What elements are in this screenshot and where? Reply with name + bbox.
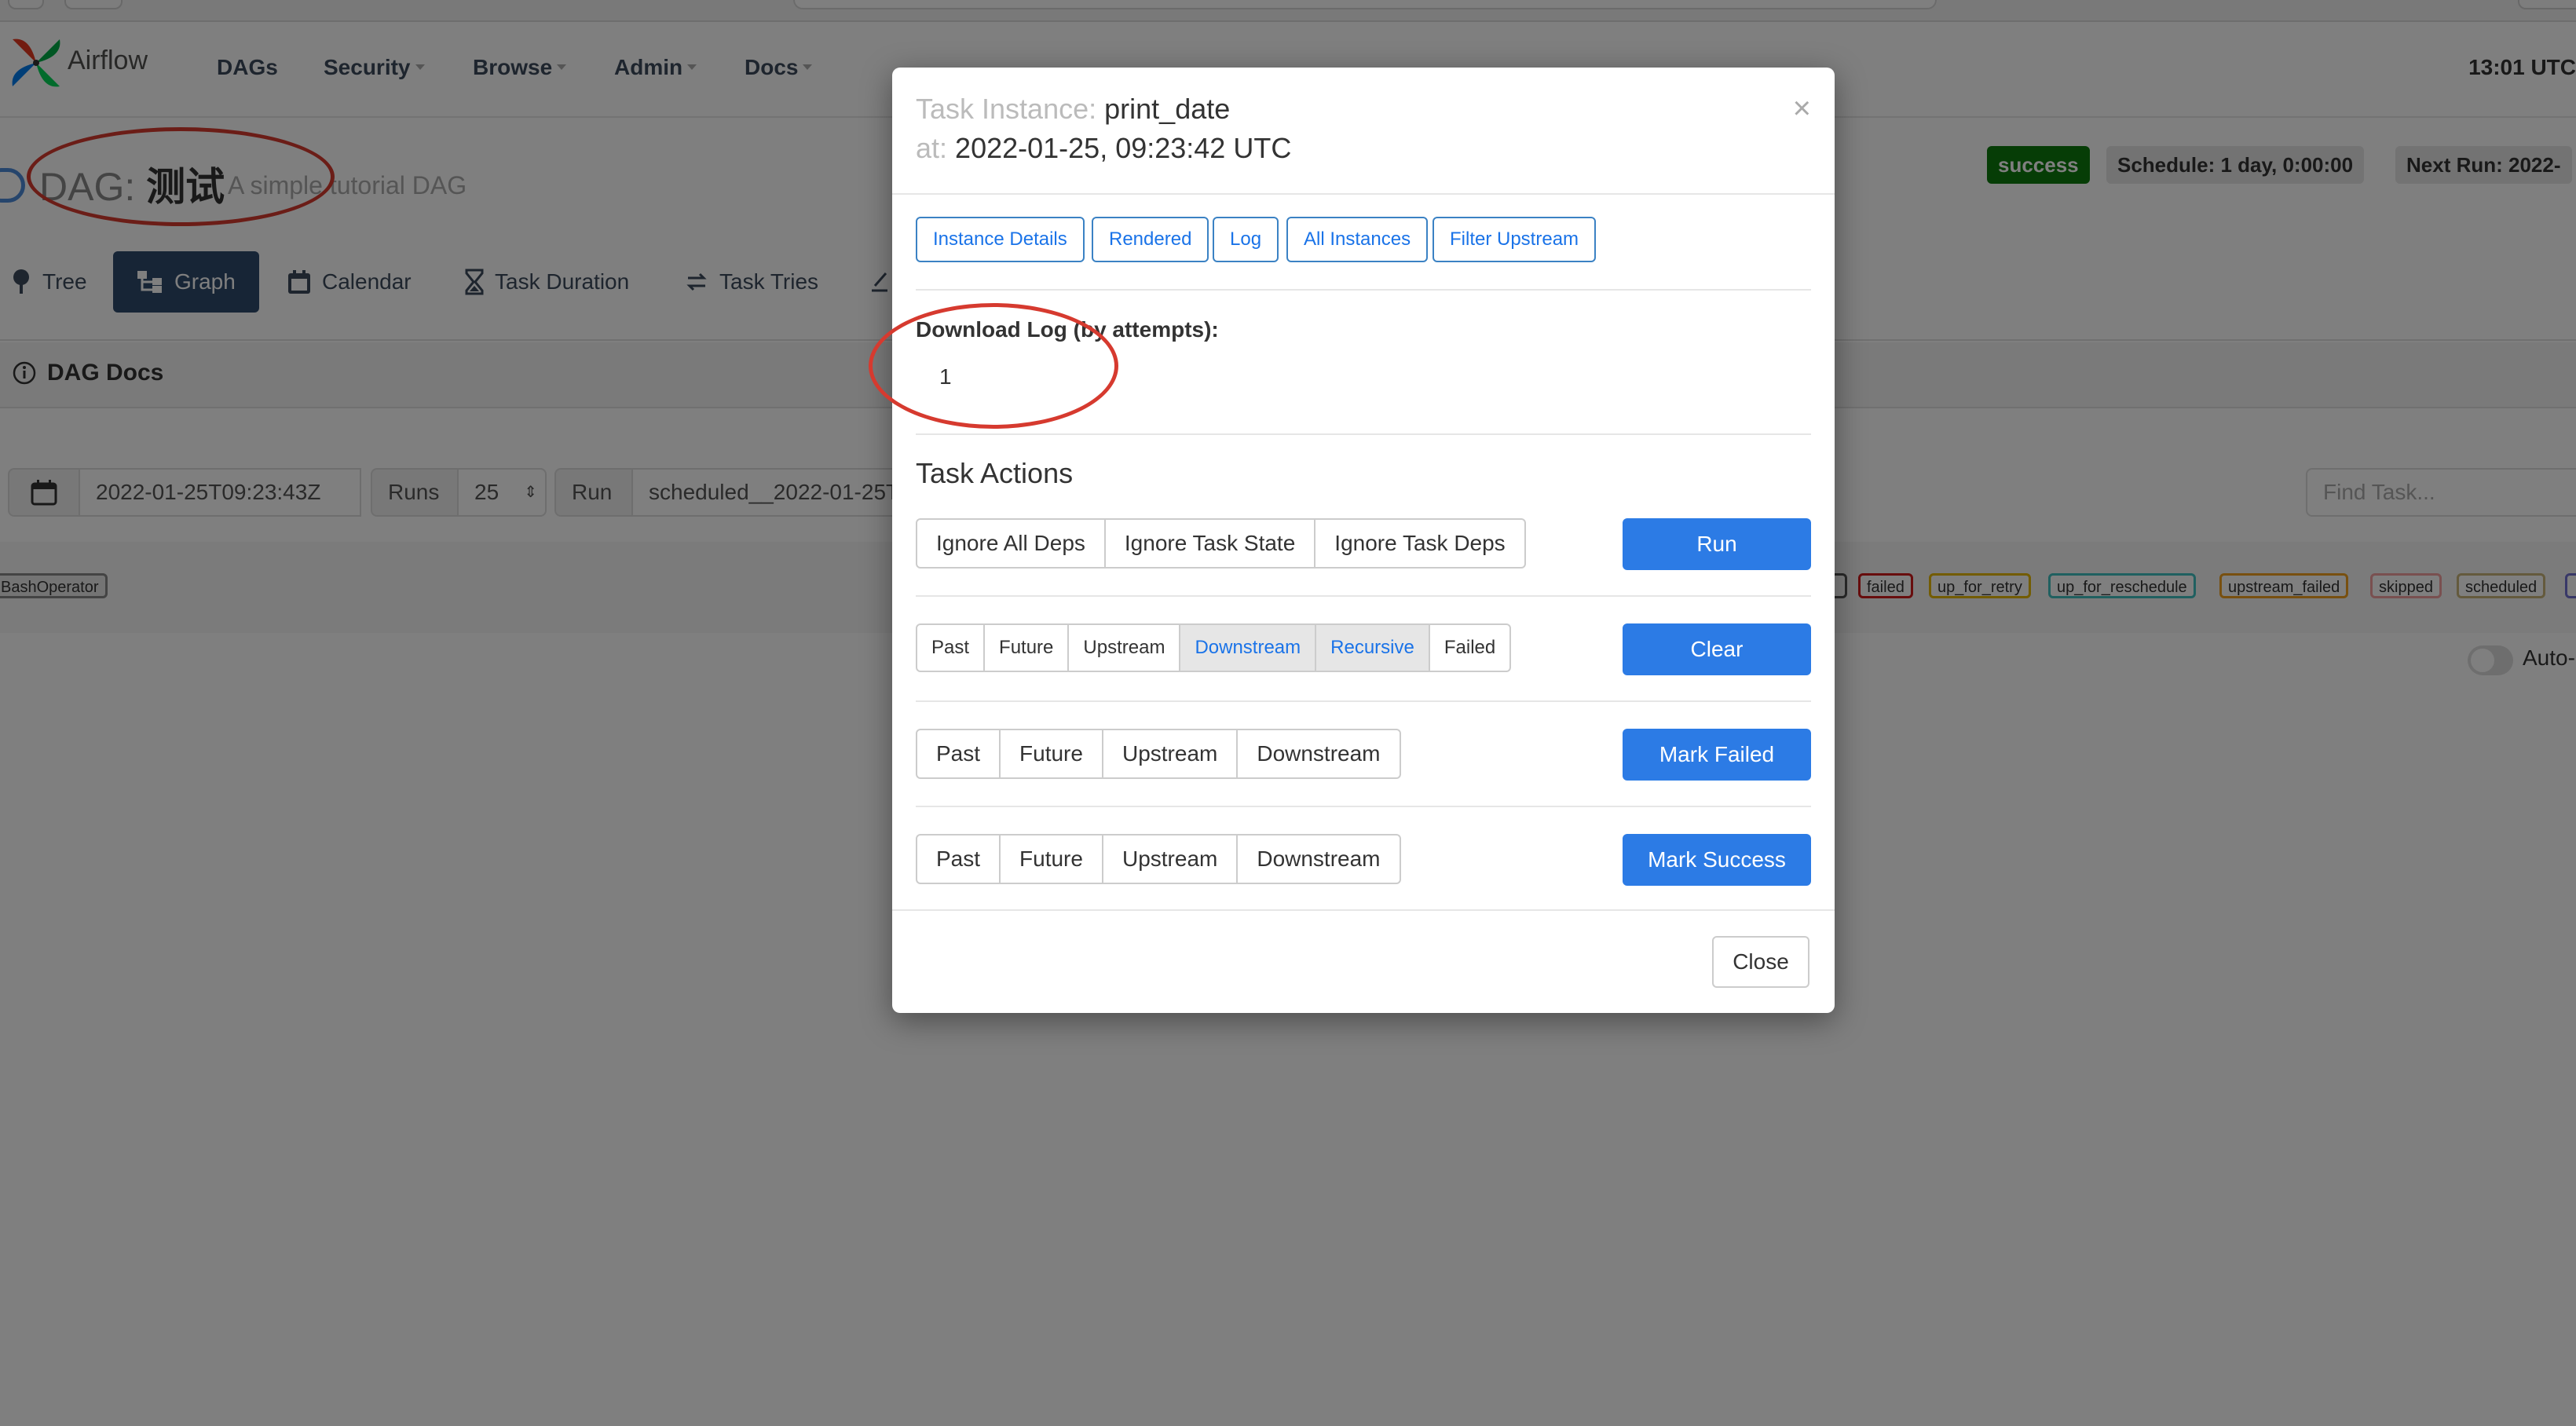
mark-success-button[interactable]: Mark Success — [1623, 834, 1811, 886]
clear-options-group: Past Future Upstream Downstream Recursiv… — [916, 623, 1512, 672]
mark-success-past-button[interactable]: Past — [917, 835, 1001, 883]
divider — [916, 433, 1811, 435]
ignore-task-deps-button[interactable]: Ignore Task Deps — [1315, 520, 1524, 567]
mark-success-upstream-button[interactable]: Upstream — [1103, 835, 1239, 883]
task-instance-modal: Task Instance: print_date at: 2022-01-25… — [869, 68, 1835, 1013]
run-button[interactable]: Run — [1623, 518, 1811, 570]
clear-downstream-button[interactable]: Downstream — [1180, 625, 1317, 671]
execution-date: 2022-01-25, 09:23:42 UTC — [955, 132, 1292, 164]
task-instance-label: Task Instance: — [916, 93, 1097, 125]
annotation-ellipse — [869, 303, 1118, 429]
divider — [892, 193, 1835, 195]
mark-success-future-button[interactable]: Future — [1001, 835, 1103, 883]
run-options-group: Ignore All Deps Ignore Task State Ignore… — [916, 518, 1526, 569]
divider — [916, 289, 1811, 291]
clear-failed-button[interactable]: Failed — [1430, 625, 1509, 671]
clear-recursive-button[interactable]: Recursive — [1316, 625, 1430, 671]
filter-upstream-button[interactable]: Filter Upstream — [1433, 217, 1597, 262]
divider — [892, 909, 1835, 911]
divider — [916, 700, 1811, 702]
clear-upstream-button[interactable]: Upstream — [1069, 625, 1181, 671]
log-button[interactable]: Log — [1213, 217, 1279, 262]
mark-failed-options-group: Past Future Upstream Downstream — [916, 729, 1401, 779]
ignore-task-state-button[interactable]: Ignore Task State — [1106, 520, 1316, 567]
close-button[interactable]: Close — [1712, 936, 1809, 988]
task-actions-title: Task Actions — [916, 457, 1074, 489]
mark-failed-upstream-button[interactable]: Upstream — [1103, 730, 1239, 777]
at-label: at: — [916, 132, 948, 164]
mark-failed-future-button[interactable]: Future — [1001, 730, 1103, 777]
ignore-all-deps-button[interactable]: Ignore All Deps — [917, 520, 1106, 567]
clear-future-button[interactable]: Future — [985, 625, 1070, 671]
mark-failed-button[interactable]: Mark Failed — [1623, 729, 1811, 781]
modal-subtitle: at: 2022-01-25, 09:23:42 UTC — [916, 132, 1291, 165]
mark-failed-past-button[interactable]: Past — [917, 730, 1001, 777]
mark-success-options-group: Past Future Upstream Downstream — [916, 834, 1401, 884]
instance-details-button[interactable]: Instance Details — [916, 217, 1085, 262]
divider — [916, 595, 1811, 597]
modal-title: Task Instance: print_date — [916, 93, 1230, 126]
task-id: print_date — [1104, 93, 1231, 125]
close-icon[interactable]: × — [1793, 91, 1811, 126]
mark-failed-downstream-button[interactable]: Downstream — [1238, 730, 1399, 777]
clear-past-button[interactable]: Past — [917, 625, 986, 671]
all-instances-button[interactable]: All Instances — [1286, 217, 1429, 262]
rendered-button[interactable]: Rendered — [1092, 217, 1209, 262]
mark-success-downstream-button[interactable]: Downstream — [1238, 835, 1399, 883]
divider — [916, 806, 1811, 807]
clear-button[interactable]: Clear — [1623, 623, 1811, 675]
